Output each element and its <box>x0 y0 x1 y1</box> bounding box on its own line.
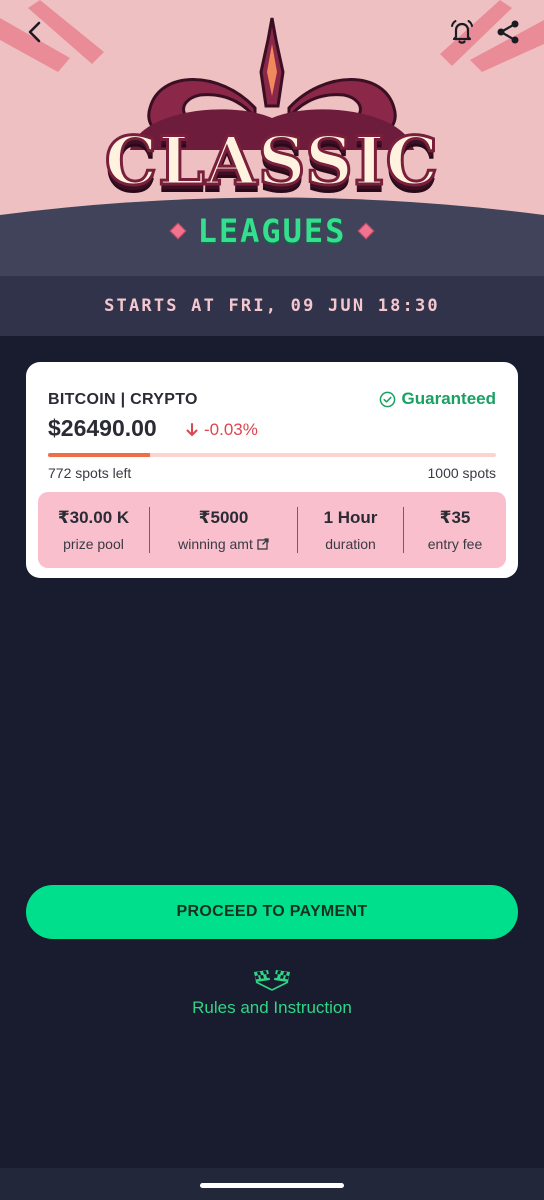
subtitle-row: LEAGUES <box>0 208 544 254</box>
stat-label-text: winning amt <box>178 536 253 552</box>
market-name: BITCOIN | CRYPTO <box>48 391 198 408</box>
stat-label: duration <box>325 536 376 552</box>
proceed-to-payment-button[interactable]: PROCEED TO PAYMENT <box>26 885 518 939</box>
stat-value: ₹30.00 K <box>57 508 130 527</box>
back-button[interactable] <box>14 10 58 54</box>
price-change-value: -0.03% <box>204 420 258 439</box>
notification-button[interactable] <box>440 10 484 54</box>
spots-left: 772 spots left <box>48 465 132 481</box>
stat-value: ₹35 <box>439 508 471 527</box>
stat-winning-amount[interactable]: ₹5000 winning amt <box>150 507 298 553</box>
stat-label: winning amt <box>178 536 269 552</box>
stat-label-text: entry fee <box>427 536 483 552</box>
stat-entry-fee: ₹35 entry fee <box>404 507 506 553</box>
home-bar[interactable] <box>200 1183 344 1188</box>
stat-label: prize pool <box>63 536 124 552</box>
stat-label-text: duration <box>325 536 376 552</box>
back-arrow-icon <box>28 21 41 43</box>
bell-icon <box>451 20 473 44</box>
stat-duration: 1 Hour duration <box>298 507 404 553</box>
contest-stats: ₹30.00 K prize pool ₹5000 winning amt 1 … <box>38 492 506 568</box>
checkered-flags-icon <box>254 970 290 991</box>
external-link-icon[interactable] <box>257 538 269 550</box>
start-time-banner: STARTS AT FRI, 09 JUN 18:30 <box>0 276 544 336</box>
stat-prize-pool: ₹30.00 K prize pool <box>38 507 150 553</box>
spots-progress-bar <box>48 453 496 457</box>
price-change: -0.03% <box>186 420 258 440</box>
stat-value: ₹5000 <box>198 508 249 527</box>
verified-check-icon <box>379 391 395 407</box>
spots-progress-fill <box>48 453 151 457</box>
home-indicator-area <box>0 1168 544 1200</box>
title-leagues: LEAGUES <box>197 212 347 250</box>
stat-label-text: prize pool <box>63 536 124 552</box>
title-classic: CLASSIC <box>103 121 440 202</box>
share-button[interactable] <box>486 10 530 54</box>
contest-card[interactable]: BITCOIN | CRYPTO Guaranteed $26490.00 -0… <box>26 362 518 578</box>
guaranteed-label: Guaranteed <box>401 389 496 408</box>
proceed-label: PROCEED TO PAYMENT <box>176 903 368 920</box>
rules-and-instruction-link[interactable]: Rules and Instruction <box>0 998 544 1018</box>
stat-value: 1 Hour <box>323 508 378 527</box>
asset-price: $26490.00 <box>48 415 157 441</box>
start-time-text: STARTS AT FRI, 09 JUN 18:30 <box>104 296 440 316</box>
spots-total: 1000 spots <box>427 465 497 481</box>
guaranteed-badge: Guaranteed <box>379 389 496 409</box>
diamond-right-icon <box>357 222 375 240</box>
share-icon <box>497 20 519 44</box>
stat-label: entry fee <box>428 536 482 552</box>
diamond-left-icon <box>169 222 187 240</box>
arrow-down-icon <box>186 423 198 436</box>
hero-banner: CLASSIC LEAGUES STARTS AT FRI, 09 JUN 18… <box>0 0 544 336</box>
